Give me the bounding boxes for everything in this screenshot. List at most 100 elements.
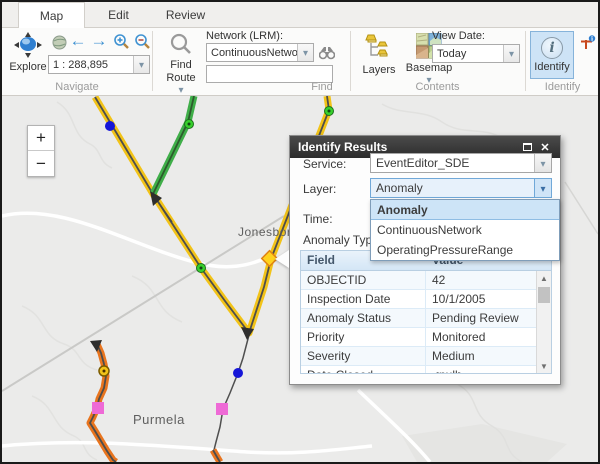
field-cell: OBJECTID — [301, 271, 426, 289]
chevron-down-icon — [303, 47, 308, 59]
view-date-value: Today — [433, 48, 503, 60]
scale-dropdown-button[interactable] — [133, 56, 149, 73]
network-lrm-label: Network (LRM): — [206, 30, 283, 42]
layer-dropdown-list: AnomalyContinuousNetworkOperatingPressur… — [370, 199, 560, 261]
close-button[interactable] — [538, 140, 552, 154]
explore-button[interactable]: Explore — [8, 32, 48, 73]
scale-value: 1 : 288,895 — [49, 59, 133, 71]
field-cell: Date Closed — [301, 366, 426, 374]
identify-route-location-icon[interactable]: i — [578, 34, 596, 52]
binoculars-icon[interactable] — [318, 44, 336, 62]
ribbon-tab[interactable]: Map — [18, 2, 85, 28]
service-value: EventEditor_SDE — [371, 156, 534, 170]
value-cell: Monitored — [426, 328, 536, 346]
table-row[interactable]: OBJECTID 42 — [301, 271, 536, 290]
group-label-identify: Identify — [525, 81, 600, 93]
table-row[interactable]: Anomaly Status Pending Review — [301, 309, 536, 328]
identify-icon: i — [541, 37, 563, 59]
ribbon: Explore 1 : 288,895 Navigate Find Route … — [2, 28, 598, 96]
full-extent-icon[interactable] — [50, 33, 68, 51]
group-label-contents: Contents — [350, 81, 525, 93]
zoom-out-icon[interactable] — [133, 32, 151, 50]
find-route-label: Find Route — [163, 59, 199, 84]
find-route-button[interactable]: Find Route — [160, 32, 202, 96]
selection-line-south[interactable] — [213, 327, 254, 462]
table-row[interactable]: Priority Monitored — [301, 328, 536, 347]
value-cell: <null> — [426, 366, 536, 374]
map-zoom-in-button[interactable]: + — [28, 126, 54, 151]
route-green[interactable] — [153, 96, 194, 194]
svg-text:i: i — [590, 37, 592, 43]
scroll-up-icon[interactable]: ▲ — [537, 271, 551, 285]
dialog-anchor — [275, 250, 289, 268]
basemap-label: Basemap — [406, 62, 452, 74]
network-dropdown-button[interactable] — [297, 44, 313, 61]
field-cell: Priority — [301, 328, 426, 346]
view-date-combobox[interactable]: Today — [432, 44, 520, 63]
identify-label: Identify — [534, 61, 569, 73]
scale-combobox[interactable]: 1 : 288,895 — [48, 55, 150, 74]
value-cell: Pending Review — [426, 309, 536, 327]
identify-button[interactable]: i Identify — [530, 31, 574, 79]
chevron-down-icon — [139, 59, 144, 71]
marker-blue-dot — [233, 368, 243, 378]
map-zoom-out-button[interactable]: − — [28, 151, 54, 176]
explore-label: Explore — [9, 61, 46, 73]
layer-combobox[interactable]: Anomaly — [370, 178, 552, 198]
view-date-dropdown-button[interactable] — [503, 45, 519, 62]
value-cell: Medium — [426, 347, 536, 365]
service-label: Service: — [303, 157, 346, 171]
layers-icon — [364, 33, 394, 64]
table-scrollbar[interactable]: ▲ ▼ — [536, 271, 551, 373]
chevron-down-icon — [540, 181, 545, 195]
field-cell: Severity — [301, 347, 426, 365]
next-extent-icon[interactable] — [90, 32, 108, 50]
dialog-title: Identify Results — [298, 140, 516, 154]
marker-blue-dot — [105, 121, 115, 131]
field-cell: Anomaly Status — [301, 309, 426, 327]
magnifier-icon — [169, 32, 193, 59]
table-row[interactable]: Date Closed <null> — [301, 366, 536, 374]
value-cell: 10/1/2005 — [426, 290, 536, 308]
ribbon-tabbar: MapEditReview — [2, 2, 598, 28]
table-row[interactable]: Severity Medium — [301, 347, 536, 366]
time-label: Time: — [303, 212, 333, 226]
dropdown-option[interactable]: ContinuousNetwork — [371, 220, 559, 240]
network-value: ContinuousNetwork — [207, 47, 297, 59]
ribbon-tab[interactable]: Review — [152, 2, 219, 28]
previous-extent-icon[interactable] — [69, 32, 87, 50]
service-dropdown-button[interactable] — [534, 154, 551, 172]
dropdown-option[interactable]: Anomaly — [371, 200, 559, 220]
scrollbar-thumb[interactable] — [538, 287, 550, 303]
scroll-down-icon[interactable]: ▼ — [537, 359, 551, 373]
chevron-down-icon — [509, 48, 514, 60]
layer-value: Anomaly — [371, 181, 534, 195]
map-canvas[interactable]: Jonesboro Purmela + − Identify Results S… — [2, 96, 598, 462]
group-label-navigate: Navigate — [2, 81, 152, 93]
maximize-button[interactable] — [520, 140, 534, 154]
group-divider — [152, 31, 153, 91]
maximize-icon — [523, 143, 532, 151]
table-row[interactable]: Inspection Date 10/1/2005 — [301, 290, 536, 309]
field-cell: Inspection Date — [301, 290, 426, 308]
railroad-line — [2, 216, 284, 391]
view-date-label: View Date: — [432, 30, 485, 42]
marker-pink-square — [92, 402, 104, 414]
chevron-down-icon — [178, 84, 183, 96]
explore-icon — [13, 32, 43, 61]
layers-button[interactable]: Layers — [358, 33, 400, 76]
dropdown-option[interactable]: OperatingPressureRange — [371, 240, 559, 260]
app-window: MapEditReview Explore — [0, 0, 600, 464]
attribute-table: Field Value OBJECTID 42 Inspection Date … — [300, 250, 552, 374]
ribbon-tab[interactable]: Edit — [85, 2, 152, 28]
network-combobox[interactable]: ContinuousNetwork — [206, 43, 314, 62]
service-combobox[interactable]: EventEditor_SDE — [370, 153, 552, 173]
layers-label: Layers — [362, 64, 395, 76]
layer-dropdown-button[interactable] — [534, 179, 551, 197]
table-body: OBJECTID 42 Inspection Date 10/1/2005 An… — [301, 271, 536, 373]
map-zoom-control: + − — [27, 125, 55, 177]
selection-line-north[interactable] — [150, 191, 172, 222]
zoom-in-icon[interactable] — [112, 32, 130, 50]
layer-label: Layer: — [303, 182, 336, 196]
marker-pink-square — [216, 403, 228, 415]
